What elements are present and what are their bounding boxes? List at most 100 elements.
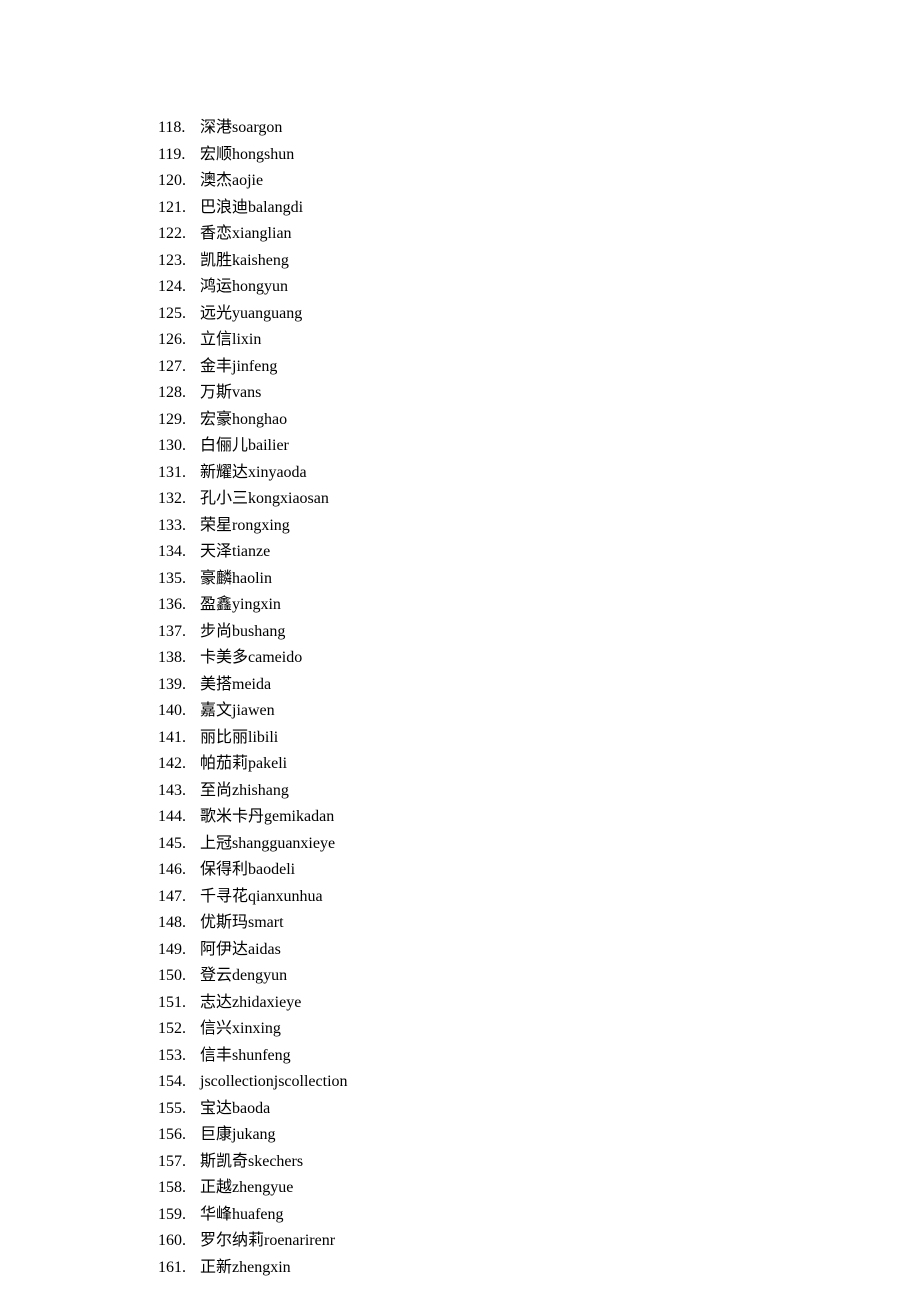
item-number: 157.: [158, 1149, 200, 1176]
item-text: 信丰shunfeng: [200, 1043, 291, 1070]
item-number: 135.: [158, 566, 200, 593]
list-item: 144.歌米卡丹gemikadan: [158, 804, 920, 831]
item-number: 153.: [158, 1043, 200, 1070]
item-text: 巴浪迪balangdi: [200, 195, 303, 222]
item-text: 宏顺hongshun: [200, 142, 294, 169]
item-number: 126.: [158, 327, 200, 354]
item-number: 121.: [158, 195, 200, 222]
item-text: 卡美多cameido: [200, 645, 302, 672]
list-item: 141.丽比丽libili: [158, 725, 920, 752]
list-item: 158.正越zhengyue: [158, 1175, 920, 1202]
item-text: 嘉文jiawen: [200, 698, 275, 725]
list-item: 142.帕茄莉pakeli: [158, 751, 920, 778]
item-number: 118.: [158, 115, 200, 142]
list-item: 122.香恋xianglian: [158, 221, 920, 248]
list-item: 127.金丰jinfeng: [158, 354, 920, 381]
item-number: 127.: [158, 354, 200, 381]
item-number: 146.: [158, 857, 200, 884]
item-text: 豪麟haolin: [200, 566, 272, 593]
item-text: 荣星rongxing: [200, 513, 290, 540]
list-item: 148.优斯玛smart: [158, 910, 920, 937]
item-text: 登云dengyun: [200, 963, 287, 990]
item-number: 124.: [158, 274, 200, 301]
item-text: 宝达baoda: [200, 1096, 270, 1123]
item-text: 金丰jinfeng: [200, 354, 277, 381]
list-item: 129.宏豪honghao: [158, 407, 920, 434]
list-item: 150.登云dengyun: [158, 963, 920, 990]
item-text: 盈鑫yingxin: [200, 592, 281, 619]
item-text: 信兴xinxing: [200, 1016, 281, 1043]
item-text: 鸿运hongyun: [200, 274, 288, 301]
item-text: 千寻花qianxunhua: [200, 884, 323, 911]
item-number: 131.: [158, 460, 200, 487]
item-text: 罗尔纳莉roenarirenr: [200, 1228, 335, 1255]
list-item: 156.巨康jukang: [158, 1122, 920, 1149]
item-number: 151.: [158, 990, 200, 1017]
item-number: 161.: [158, 1255, 200, 1282]
list-item: 153.信丰shunfeng: [158, 1043, 920, 1070]
list-item: 147.千寻花qianxunhua: [158, 884, 920, 911]
item-number: 130.: [158, 433, 200, 460]
list-item: 149.阿伊达aidas: [158, 937, 920, 964]
item-text: jscollectionjscollection: [200, 1069, 348, 1096]
list-item: 151.志达zhidaxieye: [158, 990, 920, 1017]
item-text: 正越zhengyue: [200, 1175, 293, 1202]
item-number: 143.: [158, 778, 200, 805]
list-item: 135.豪麟haolin: [158, 566, 920, 593]
item-number: 148.: [158, 910, 200, 937]
item-text: 步尚bushang: [200, 619, 285, 646]
item-number: 142.: [158, 751, 200, 778]
list-item: 134.天泽tianze: [158, 539, 920, 566]
list-item: 159.华峰huafeng: [158, 1202, 920, 1229]
list-item: 140.嘉文jiawen: [158, 698, 920, 725]
item-number: 137.: [158, 619, 200, 646]
item-number: 141.: [158, 725, 200, 752]
list-item: 123.凯胜kaisheng: [158, 248, 920, 275]
item-number: 149.: [158, 937, 200, 964]
item-number: 133.: [158, 513, 200, 540]
item-text: 美搭meida: [200, 672, 271, 699]
item-text: 保得利baodeli: [200, 857, 295, 884]
item-number: 132.: [158, 486, 200, 513]
item-number: 155.: [158, 1096, 200, 1123]
item-number: 152.: [158, 1016, 200, 1043]
item-text: 志达zhidaxieye: [200, 990, 301, 1017]
list-item: 138.卡美多cameido: [158, 645, 920, 672]
item-text: 凯胜kaisheng: [200, 248, 289, 275]
list-item: 157.斯凯奇skechers: [158, 1149, 920, 1176]
item-number: 129.: [158, 407, 200, 434]
item-number: 150.: [158, 963, 200, 990]
item-number: 119.: [158, 142, 200, 169]
item-text: 阿伊达aidas: [200, 937, 281, 964]
list-item: 161.正新zhengxin: [158, 1255, 920, 1282]
list-item: 133.荣星rongxing: [158, 513, 920, 540]
item-text: 万斯vans: [200, 380, 261, 407]
item-number: 156.: [158, 1122, 200, 1149]
item-text: 优斯玛smart: [200, 910, 284, 937]
item-number: 154.: [158, 1069, 200, 1096]
item-number: 138.: [158, 645, 200, 672]
document-page: 118.深港soargon119.宏顺hongshun120.澳杰aojie12…: [0, 0, 920, 1281]
list-item: 160.罗尔纳莉roenarirenr: [158, 1228, 920, 1255]
item-number: 158.: [158, 1175, 200, 1202]
item-text: 上冠shangguanxieye: [200, 831, 335, 858]
item-text: 孔小三kongxiaosan: [200, 486, 329, 513]
list-item: 128.万斯vans: [158, 380, 920, 407]
list-item: 131.新耀达xinyaoda: [158, 460, 920, 487]
list-item: 136.盈鑫yingxin: [158, 592, 920, 619]
item-text: 香恋xianglian: [200, 221, 292, 248]
item-text: 新耀达xinyaoda: [200, 460, 307, 487]
list-item: 121.巴浪迪balangdi: [158, 195, 920, 222]
list-item: 143.至尚zhishang: [158, 778, 920, 805]
item-number: 147.: [158, 884, 200, 911]
item-text: 远光yuanguang: [200, 301, 302, 328]
item-text: 深港soargon: [200, 115, 282, 142]
list-item: 154.jscollectionjscollection: [158, 1069, 920, 1096]
item-number: 159.: [158, 1202, 200, 1229]
item-number: 122.: [158, 221, 200, 248]
list-item: 130.白俪儿bailier: [158, 433, 920, 460]
list-item: 120.澳杰aojie: [158, 168, 920, 195]
item-number: 145.: [158, 831, 200, 858]
item-number: 128.: [158, 380, 200, 407]
item-text: 丽比丽libili: [200, 725, 278, 752]
